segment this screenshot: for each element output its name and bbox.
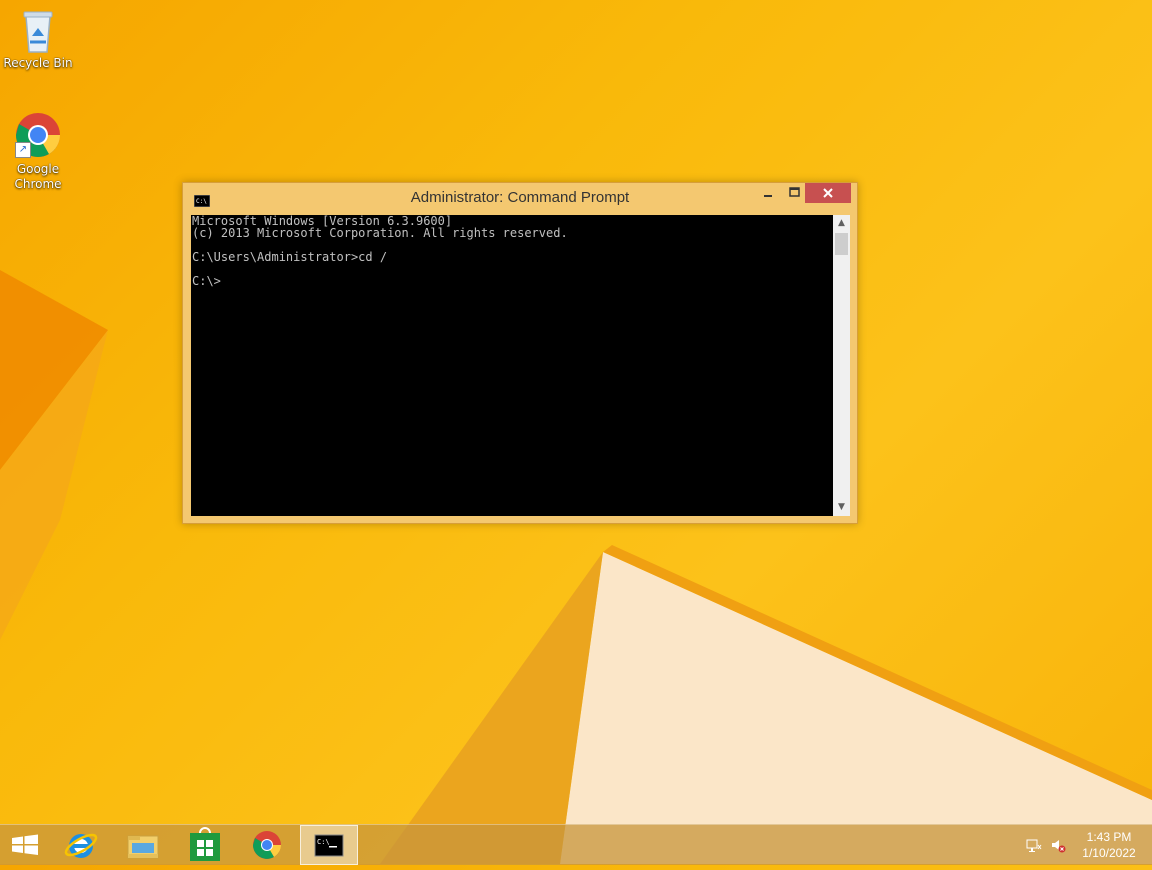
desktop-icon-label: Google Chrome	[14, 162, 62, 191]
vertical-scrollbar[interactable]: ▲ ▼	[833, 215, 850, 516]
internet-explorer-icon	[64, 833, 98, 858]
clock-date: 1/10/2022	[1082, 846, 1136, 860]
chrome-icon: ↗	[15, 112, 61, 158]
desktop-icon-label: Recycle Bin	[3, 56, 73, 70]
minimize-button[interactable]	[755, 183, 781, 203]
scroll-up-icon[interactable]: ▲	[833, 215, 850, 232]
command-prompt-window[interactable]: C:\ Administrator: Command Prompt Micros…	[182, 182, 858, 524]
recycle-bin-icon	[18, 6, 58, 56]
network-icon[interactable]	[1026, 837, 1042, 853]
close-button[interactable]	[805, 183, 851, 203]
close-icon	[823, 188, 833, 198]
console-line: (c) 2013 Microsoft Corporation. All righ…	[192, 226, 568, 240]
command-prompt-icon: C:\	[314, 834, 344, 857]
window-titlebar[interactable]: C:\ Administrator: Command Prompt	[183, 183, 857, 215]
taskbar-file-explorer[interactable]	[114, 825, 172, 865]
scrollbar-thumb[interactable]	[835, 233, 848, 255]
taskbar-windows-store[interactable]	[176, 825, 234, 865]
taskbar-command-prompt[interactable]: C:\	[300, 825, 358, 865]
shortcut-arrow-icon: ↗	[15, 142, 31, 158]
console-output[interactable]: Microsoft Windows [Version 6.3.9600] (c)…	[191, 215, 833, 516]
file-explorer-icon	[127, 835, 159, 859]
chrome-icon	[253, 831, 281, 859]
taskbar-internet-explorer[interactable]	[52, 825, 110, 865]
clock-time: 1:43 PM	[1086, 830, 1132, 844]
taskbar: C:\ 1:43 PM 1/10/2022	[0, 824, 1152, 865]
speaker-muted-icon[interactable]	[1050, 837, 1066, 853]
console-line: C:\>	[192, 274, 221, 288]
taskbar-chrome[interactable]	[238, 825, 296, 865]
windows-start-icon	[12, 834, 38, 855]
console-line: C:\Users\Administrator>cd /	[192, 250, 388, 264]
system-clock[interactable]: 1:43 PM 1/10/2022	[1074, 829, 1144, 861]
desktop-icon-google-chrome[interactable]: ↗ Google Chrome	[0, 112, 76, 192]
start-button[interactable]	[0, 825, 58, 865]
desktop-icon-recycle-bin[interactable]: Recycle Bin	[0, 6, 76, 71]
windows-store-icon	[190, 827, 220, 861]
scroll-down-icon[interactable]: ▼	[833, 499, 850, 516]
svg-text:C:\: C:\	[317, 838, 330, 846]
